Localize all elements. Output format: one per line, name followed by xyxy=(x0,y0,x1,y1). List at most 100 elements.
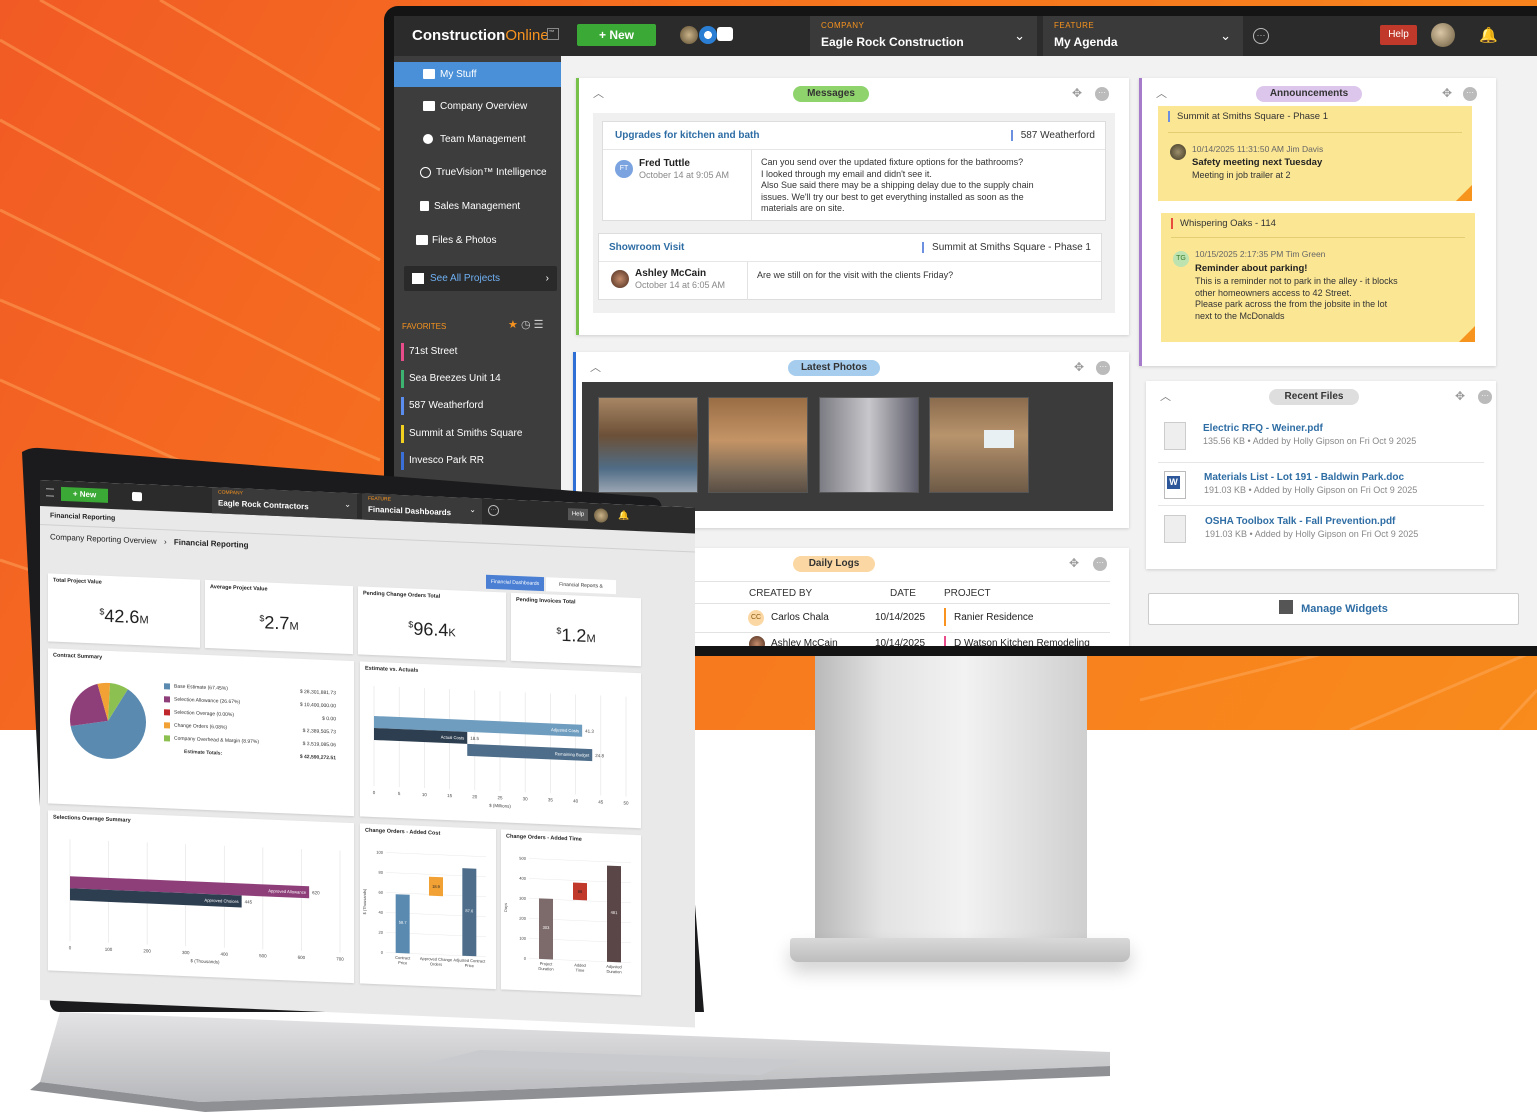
kpi-label: Average Project Value xyxy=(210,584,268,593)
tick-label: 500 xyxy=(519,856,526,861)
kpi-card: Average Project Value $2.7M xyxy=(205,579,353,655)
feature-caption: FEATURE xyxy=(368,495,391,503)
tick-label: 100 xyxy=(105,947,113,952)
data-label: 445 xyxy=(245,899,253,904)
bar-series-label: Actual Costs xyxy=(441,734,465,740)
added-time-chart: 0100200300400500Days303ProjectDuration86… xyxy=(503,856,631,974)
laptop-screen: + New COMPANY Eagle Rock Contractors ⌄ F… xyxy=(40,480,695,1028)
legend-value: $ 3,519,085.06 xyxy=(302,741,336,749)
kpi-number: 1.2 xyxy=(561,624,587,646)
legend-entry: Base Estimate (67.45%) xyxy=(164,683,228,692)
legend-label: Selection Allowance (26.67%) xyxy=(174,696,241,706)
chart-title: Selections Overage Summary xyxy=(53,814,131,824)
menu-icon[interactable] xyxy=(46,488,54,497)
company-selector[interactable]: COMPANY Eagle Rock Contractors ⌄ xyxy=(212,487,357,520)
axis-label: $ (Thousands) xyxy=(362,888,367,915)
more-options-icon[interactable]: ··· xyxy=(488,504,499,517)
legend-value: $ 10,400,000.00 xyxy=(299,701,336,710)
chart-title: Change Orders - Added Cost xyxy=(365,827,441,837)
kpi-card: Pending Invoices Total $1.2M xyxy=(511,592,641,667)
kpi-label: Pending Invoices Total xyxy=(516,596,576,606)
kpi-unit: K xyxy=(448,627,456,640)
category-label: Time xyxy=(576,967,586,972)
tick-label: 500 xyxy=(259,953,267,958)
tick-label: 40 xyxy=(379,910,384,915)
estimate-vs-actuals-card: Estimate vs. Actuals 0 5 10 15 20 25 30 35 40 45 5… xyxy=(360,661,641,829)
tick-label: 600 xyxy=(298,955,306,960)
breadcrumb-separator: › xyxy=(163,537,167,547)
kpi-number: 96.4 xyxy=(413,618,449,641)
category-label: Price xyxy=(465,963,475,968)
chevron-down-icon: ⌄ xyxy=(469,504,476,515)
data-label: 24.8 xyxy=(595,753,604,758)
added-cost-chart: 020406080100$ (Thousands)58.7ContractPri… xyxy=(362,850,486,969)
feature-selector[interactable]: FEATURE Financial Dashboards ⌄ xyxy=(362,493,482,525)
chart-title: Estimate vs. Actuals xyxy=(365,665,419,674)
legend-entry: Selection Allowance (26.67%) xyxy=(164,696,241,706)
chat-icon[interactable] xyxy=(132,491,142,502)
kpi-label: Pending Change Orders Total xyxy=(363,590,441,600)
kpi-number: 42.6 xyxy=(104,605,140,628)
kpi-label: Total Project Value xyxy=(53,577,102,586)
gridline xyxy=(529,858,631,864)
tick-label: 100 xyxy=(376,850,383,855)
tab-financial-dashboards[interactable]: Financial Dashboards xyxy=(486,574,544,592)
data-label: 58.7 xyxy=(399,920,408,925)
kpi-number: 2.7 xyxy=(264,612,290,634)
legend-value: $ 2,389,505.73 xyxy=(302,728,336,736)
kpi-unit: M xyxy=(586,632,596,646)
axis-label: $ (Millions) xyxy=(489,803,511,809)
legend-swatch xyxy=(164,722,170,729)
tick-label: 700 xyxy=(336,956,344,961)
tick-label: 0 xyxy=(524,956,527,961)
tick-label: 80 xyxy=(379,870,384,875)
tick-label: 60 xyxy=(379,890,384,895)
kpi-card: Pending Change Orders Total $96.4K xyxy=(358,586,506,661)
total-label: Estimate Totals: xyxy=(184,749,223,757)
breadcrumb-parent[interactable]: Company Reporting Overview xyxy=(50,532,157,545)
category-label: Orders xyxy=(430,961,442,967)
tick-label: 25 xyxy=(497,795,503,800)
legend-label: Selection Overage (0.00%) xyxy=(174,709,235,719)
tick-label: 15 xyxy=(447,793,453,798)
legend-swatch xyxy=(164,696,170,703)
tick-label: 100 xyxy=(519,936,526,941)
category-label: Duration xyxy=(538,966,553,972)
data-label: 41.3 xyxy=(585,729,594,734)
legend-label: Base Estimate (67.45%) xyxy=(174,683,228,692)
legend-value: $ 28,301,881.73 xyxy=(299,688,336,697)
company-caption: COMPANY xyxy=(218,489,243,497)
tick-label: 5 xyxy=(398,791,401,796)
category-label: Price xyxy=(398,960,408,965)
axis-label: Days xyxy=(503,903,508,912)
tab-financial-reports[interactable]: Financial Reports & Documents xyxy=(546,577,616,603)
data-label: 303 xyxy=(543,925,550,930)
tick-label: 20 xyxy=(472,794,478,799)
kpi-value: $1.2M xyxy=(511,623,641,649)
selections-overage-card: Selections Overage Summary 0 100 200 300 400… xyxy=(48,810,354,984)
gridline xyxy=(386,852,486,857)
kpi-card: Total Project Value $42.6M xyxy=(48,573,200,648)
legend-entry: Selection Overage (0.00%) xyxy=(164,709,235,719)
company-value: Eagle Rock Contractors xyxy=(218,498,309,512)
tick-label: 0 xyxy=(381,950,384,955)
data-label: 481 xyxy=(611,910,618,915)
kpi-value: $96.4K xyxy=(358,616,506,643)
tick-label: 10 xyxy=(422,792,428,797)
data-label: 18.5 xyxy=(470,736,479,741)
tick-label: 40 xyxy=(573,798,579,803)
profile-avatar[interactable] xyxy=(594,508,608,523)
new-button[interactable]: + New xyxy=(61,486,108,503)
chart-title: Contract Summary xyxy=(53,652,103,661)
tick-label: 45 xyxy=(598,799,604,804)
kpi-unit: M xyxy=(289,620,299,633)
help-button[interactable]: Help xyxy=(568,508,588,521)
total-value: $ 42,590,272.51 xyxy=(299,753,336,762)
legend-swatch xyxy=(164,683,170,690)
tick-label: 200 xyxy=(143,948,151,953)
tick-label: 50 xyxy=(623,800,629,805)
estimate-vs-actuals-chart: 0 5 10 15 20 25 30 35 40 45 50$ (Millions)Adjusted… xyxy=(373,685,629,809)
bell-icon[interactable]: 🔔 xyxy=(618,510,629,521)
tick-label: 300 xyxy=(519,896,526,901)
axis-label: $ (Thousands) xyxy=(190,958,220,964)
